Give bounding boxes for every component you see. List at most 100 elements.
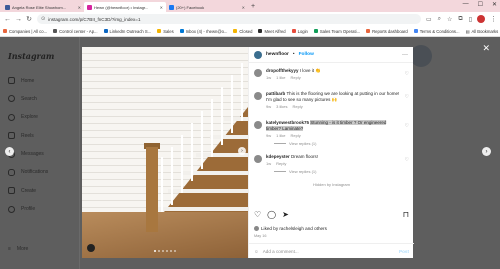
commenter-username[interactable]: kdepeyster bbox=[266, 154, 290, 159]
reply-link[interactable]: Reply bbox=[292, 104, 302, 110]
carousel-dot bbox=[170, 250, 172, 252]
bookmark-item[interactable]: Control center - Ap... bbox=[53, 29, 98, 34]
new-tab-icon[interactable]: + bbox=[251, 3, 255, 10]
sidepanel-icon[interactable]: ▯ bbox=[469, 16, 472, 23]
nav-home[interactable]: Home bbox=[8, 76, 48, 85]
like-icon[interactable]: ♡ bbox=[254, 210, 261, 219]
hamburger-icon: ≡ bbox=[8, 246, 11, 252]
follow-button[interactable]: Follow bbox=[299, 52, 314, 57]
close-window-icon[interactable]: ✕ bbox=[492, 1, 497, 8]
like-comment-icon[interactable]: ♡ bbox=[405, 71, 409, 77]
forward-icon[interactable]: → bbox=[15, 16, 22, 23]
bookmark-item[interactable]: Meet Alfred bbox=[258, 29, 286, 34]
newel-post bbox=[146, 147, 158, 232]
bookmark-label: Sales bbox=[163, 28, 174, 34]
site-info-icon[interactable]: ⊙ bbox=[41, 16, 45, 22]
comment-likes[interactable]: 1 like bbox=[276, 75, 285, 81]
view-replies-link[interactable]: View replies (1) bbox=[274, 141, 409, 146]
save-bookmark-icon[interactable]: ⊓ bbox=[403, 210, 409, 219]
like-comment-icon[interactable]: ♡ bbox=[405, 94, 409, 100]
nav-notifications[interactable]: Notifications bbox=[8, 168, 48, 177]
comment-item: katelynwestbrook75 Stunning - is it timb… bbox=[254, 120, 409, 139]
comment-likes[interactable]: 3 likes bbox=[276, 104, 287, 110]
commenter-username[interactable]: katelynwestbrook75 bbox=[266, 120, 309, 125]
nav-reels[interactable]: Reels bbox=[8, 131, 48, 140]
author-username[interactable]: hewnfloor bbox=[266, 52, 289, 57]
reply-link[interactable]: Reply bbox=[276, 161, 286, 167]
bookmark-favicon-icon bbox=[366, 29, 371, 33]
commenter-username[interactable]: dropoffthekyyy bbox=[266, 68, 299, 73]
nav-explore[interactable]: Explore bbox=[8, 113, 48, 122]
share-icon[interactable]: ➤ bbox=[282, 210, 289, 219]
close-tab-icon[interactable]: ✕ bbox=[242, 5, 245, 10]
bookmark-item[interactable]: Terms & Conditions... bbox=[413, 29, 460, 34]
bookmark-item[interactable]: Closed bbox=[233, 29, 252, 34]
bookmark-label: Companies | All co... bbox=[9, 28, 48, 34]
menu-icon[interactable]: ⋮ bbox=[490, 15, 497, 23]
commenter-username[interactable]: pattibarb bbox=[266, 91, 285, 96]
reload-icon[interactable]: ↻ bbox=[26, 15, 32, 23]
profile-avatar[interactable] bbox=[477, 15, 485, 23]
tab-title: Angela Rose Elite Showhom... bbox=[12, 4, 67, 10]
url-bar[interactable]: ⊙ instagram.com/p/C7BII_fnC3D/?img_index… bbox=[37, 14, 421, 24]
nav-search[interactable]: Search bbox=[8, 94, 48, 103]
comment-likes[interactable]: 1 like bbox=[276, 133, 285, 139]
carousel-next-icon[interactable]: › bbox=[238, 147, 246, 155]
nav-profile[interactable]: Profile bbox=[8, 205, 48, 214]
browser-tab-2[interactable]: Hewn (@hewnfloor) • Instagr... ✕ bbox=[84, 2, 166, 12]
bookmark-favicon-icon bbox=[413, 29, 418, 33]
comments-list[interactable]: dropoffthekyyy I love it 👏 1w 1 like Rep… bbox=[249, 64, 414, 206]
hidden-by-instagram-link[interactable]: Hidden by Instagram bbox=[254, 182, 409, 187]
all-bookmarks[interactable]: ▤ All Bookmarks bbox=[466, 29, 499, 34]
carousel-dots bbox=[154, 250, 176, 252]
reply-link[interactable]: Reply bbox=[290, 133, 300, 139]
replies-line bbox=[274, 171, 286, 172]
comment-icon[interactable]: ◯ bbox=[267, 210, 276, 219]
bookmark-item[interactable]: Sales Team Operati... bbox=[313, 29, 360, 34]
commenter-avatar[interactable] bbox=[254, 121, 262, 129]
post-image[interactable]: › bbox=[82, 47, 248, 258]
reply-link[interactable]: Reply bbox=[290, 75, 300, 81]
browser-tab-strip: Angela Rose Elite Showhom... ✕ Hewn (@he… bbox=[0, 0, 500, 12]
previous-post-icon[interactable]: ‹ bbox=[5, 147, 14, 156]
back-icon[interactable]: ← bbox=[4, 16, 11, 23]
author-avatar[interactable] bbox=[254, 50, 262, 59]
view-replies-link[interactable]: View replies (1) bbox=[274, 169, 409, 174]
browser-tab-1[interactable]: Angela Rose Elite Showhom... ✕ bbox=[2, 2, 84, 12]
nav-more[interactable]: ≡ More bbox=[8, 246, 28, 252]
instagram-logo[interactable]: Instagram bbox=[8, 51, 54, 61]
close-modal-icon[interactable]: ✕ bbox=[482, 43, 490, 54]
bookmark-favicon-icon bbox=[313, 29, 318, 33]
bookmark-item[interactable]: Companies | All co... bbox=[3, 29, 47, 34]
more-options-icon[interactable]: ··· bbox=[402, 52, 408, 58]
cast-icon[interactable]: ▭ bbox=[426, 16, 432, 23]
nav-create[interactable]: Create bbox=[8, 186, 48, 195]
bookmark-item[interactable]: Login bbox=[291, 29, 308, 34]
tagged-user-icon[interactable] bbox=[87, 244, 95, 252]
like-comment-icon[interactable]: ♡ bbox=[405, 123, 409, 129]
bookmark-item[interactable]: Reports dashboard bbox=[366, 29, 408, 34]
comment-input[interactable]: Add a comment... bbox=[263, 249, 299, 254]
post-comment-button[interactable]: Post bbox=[399, 249, 409, 254]
bookmark-item[interactable]: Sales bbox=[157, 28, 174, 34]
zoom-icon[interactable]: ⌕ bbox=[438, 16, 441, 23]
close-tab-icon[interactable]: ✕ bbox=[160, 5, 163, 10]
bookmark-item[interactable]: Inbox (4) - rhewn@o... bbox=[179, 29, 227, 34]
bookmark-item[interactable]: LinkedIn Outreach S... bbox=[103, 29, 151, 34]
emoji-icon[interactable]: ☺ bbox=[254, 249, 259, 254]
minimize-icon[interactable]: — bbox=[463, 1, 469, 8]
commenter-avatar[interactable] bbox=[254, 69, 262, 77]
nav-messages[interactable]: Messages bbox=[8, 150, 48, 159]
commenter-avatar[interactable] bbox=[254, 155, 262, 163]
maximize-icon[interactable]: ☐ bbox=[478, 1, 483, 8]
commenter-avatar[interactable] bbox=[254, 92, 262, 100]
close-tab-icon[interactable]: ✕ bbox=[78, 5, 81, 10]
like-comment-icon[interactable]: ♡ bbox=[405, 157, 409, 163]
browser-tab-3[interactable]: (20+) Facebook ✕ bbox=[166, 2, 248, 12]
all-bookmarks-label: All Bookmarks bbox=[471, 28, 499, 34]
comment-body: dropoffthekyyy I love it 👏 1w 1 like Rep… bbox=[266, 68, 409, 81]
liked-by[interactable]: Liked by rachelsleigh and others bbox=[254, 226, 327, 232]
bookmark-star-icon[interactable]: ☆ bbox=[447, 16, 452, 23]
next-post-icon[interactable]: › bbox=[482, 147, 491, 156]
extensions-icon[interactable]: ⧉ bbox=[458, 16, 462, 23]
